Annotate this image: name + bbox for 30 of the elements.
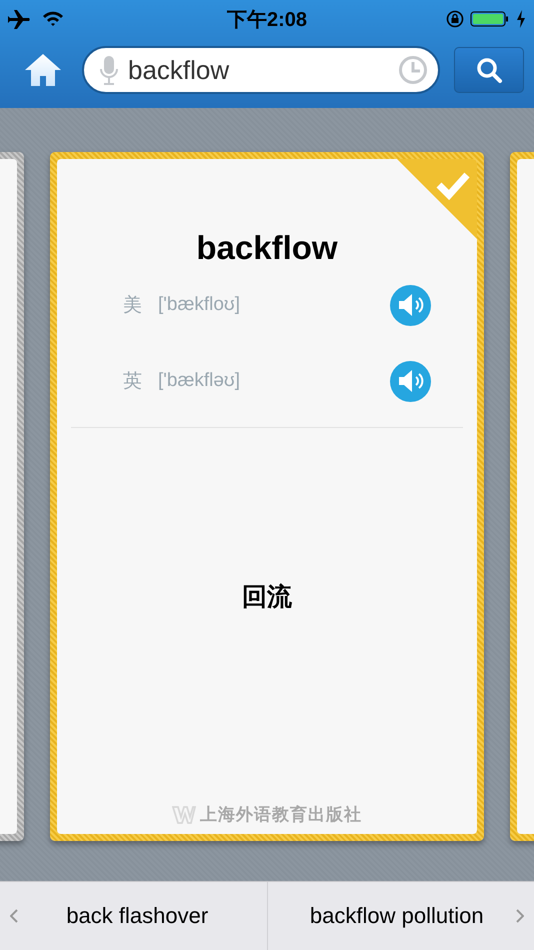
- charging-icon: [516, 10, 526, 28]
- accent-label: 英: [123, 370, 142, 394]
- status-time: 下午2:08: [226, 8, 308, 32]
- speaker-icon: [396, 369, 424, 393]
- speaker-button[interactable]: [390, 284, 431, 326]
- translation-text: 回流: [242, 582, 292, 613]
- chevron-right-icon: [516, 909, 524, 923]
- checkmark-icon[interactable]: [397, 159, 477, 239]
- search-field[interactable]: backflow: [128, 54, 388, 86]
- airplane-icon: [8, 9, 32, 29]
- previous-word-button[interactable]: back flashover: [0, 882, 268, 950]
- search-icon: [475, 56, 503, 84]
- phonetic-text: ['bækfləʊ]: [158, 370, 242, 392]
- chevron-left-icon: [10, 909, 18, 923]
- wifi-icon: [42, 11, 64, 27]
- publisher-name: 上海外语教育出版社: [200, 804, 362, 826]
- speaker-icon: [396, 293, 424, 317]
- headword: backflow: [196, 229, 338, 267]
- history-clock-icon[interactable]: [398, 55, 428, 85]
- next-word-button[interactable]: backflow pollution: [268, 882, 534, 950]
- speaker-button[interactable]: [390, 360, 431, 402]
- publisher-logo-icon: [172, 804, 196, 824]
- search-bar[interactable]: backflow: [82, 46, 440, 94]
- accent-label: 美: [123, 294, 142, 318]
- phonetic-text: ['bækfloʊ]: [158, 294, 242, 316]
- battery-icon: [470, 10, 510, 28]
- home-icon: [24, 53, 62, 87]
- microphone-icon: [100, 55, 118, 85]
- search-button[interactable]: [454, 47, 524, 93]
- rotation-lock-icon: [446, 10, 464, 28]
